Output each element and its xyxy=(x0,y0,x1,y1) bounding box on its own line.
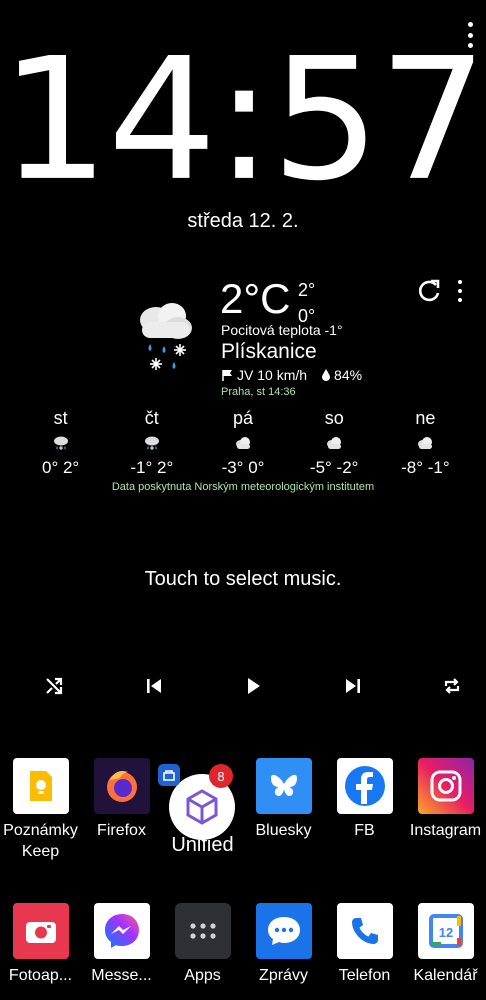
forecast-day-name: pá xyxy=(232,408,254,428)
wind-flag-icon xyxy=(222,370,232,381)
app-camera[interactable]: Fotoap... xyxy=(0,903,81,986)
app-label: Messe... xyxy=(91,967,152,984)
app-keep[interactable]: Poznámky Keep xyxy=(0,758,81,862)
cloud-icon xyxy=(236,437,250,449)
cloud-icon xyxy=(418,437,433,449)
humidity-value: 84% xyxy=(334,367,363,383)
forecast-range: -5° -2° xyxy=(309,458,359,477)
app-label: Poznámky Keep xyxy=(3,822,78,860)
forecast-day[interactable]: čt -1° 2° xyxy=(106,408,197,478)
app-drawer[interactable]: Apps xyxy=(162,903,243,986)
app-bluesky[interactable]: Bluesky xyxy=(243,758,324,862)
next-icon[interactable] xyxy=(339,672,367,700)
app-label: Kalendář xyxy=(413,967,478,984)
clock-date[interactable]: středa 12. 2. xyxy=(0,210,486,233)
app-label: Apps xyxy=(184,967,221,984)
messenger-icon xyxy=(93,903,150,959)
current-temperature[interactable]: 2°C xyxy=(220,276,291,322)
forecast-range: -8° -1° xyxy=(401,458,450,477)
weather-menu-icon[interactable] xyxy=(455,280,465,302)
instagram-icon xyxy=(417,758,474,814)
app-facebook[interactable]: FB xyxy=(324,758,405,862)
weather-condition: Plískanice xyxy=(221,340,317,363)
play-icon[interactable] xyxy=(239,672,267,700)
forecast-range: -1° 2° xyxy=(130,458,174,477)
cloud-icon xyxy=(327,437,342,449)
firefox-icon xyxy=(93,758,150,814)
app-label: Telefon xyxy=(338,967,391,984)
facebook-icon xyxy=(336,758,393,814)
forecast-range: -3° 0° xyxy=(221,458,265,477)
app-unified[interactable]: 8 Unified xyxy=(158,758,243,862)
app-label: Zprávy xyxy=(259,967,308,984)
sleet-icon xyxy=(53,436,68,450)
app-label: Fotoap... xyxy=(8,967,73,984)
wind-speed: JV 10 km/h xyxy=(237,367,308,383)
app-label: Firefox xyxy=(97,822,146,839)
app-messages[interactable]: Zprávy xyxy=(243,903,324,986)
feels-like: Pocitová teplota -1° xyxy=(221,322,343,338)
sleet-cloud-icon xyxy=(140,303,192,370)
repeat-icon[interactable] xyxy=(438,672,466,700)
weather-location: Praha, st 14:36 xyxy=(221,386,296,398)
app-label: Bluesky xyxy=(255,822,312,839)
droplet-icon xyxy=(322,369,331,381)
forecast-day-name: čt xyxy=(144,408,159,428)
keep-icon xyxy=(12,758,69,814)
weather-source: Data poskytnuta Norským meteorologickým … xyxy=(111,481,375,493)
app-calendar[interactable]: 12 Kalendář xyxy=(405,903,486,986)
previous-icon[interactable] xyxy=(140,672,168,700)
calendar-icon: 12 xyxy=(417,903,474,959)
forecast-day[interactable]: st 0° 2° xyxy=(15,408,106,478)
app-label: Unified xyxy=(171,834,234,856)
messages-icon xyxy=(255,903,312,959)
notification-badge: 8 xyxy=(209,764,233,788)
music-controls xyxy=(40,672,466,700)
app-row-1: Poznámky Keep Firefox 8 Unified Bluesky … xyxy=(0,758,486,862)
app-instagram[interactable]: Instagram xyxy=(405,758,486,862)
forecast-day[interactable]: ne -8° -1° xyxy=(380,408,471,478)
wind-row: JV 10 km/h 84% xyxy=(221,367,362,383)
forecast-day-name: ne xyxy=(415,408,436,428)
app-row-2: Fotoap... Messe... Apps Zprávy Telefon 1… xyxy=(0,903,486,986)
forecast: st 0° 2° čt -1° 2° pá -3° 0° so -5° -2° … xyxy=(15,408,471,478)
shuffle-icon[interactable] xyxy=(40,672,68,700)
app-label: FB xyxy=(354,822,375,839)
forecast-day[interactable]: so -5° -2° xyxy=(289,408,380,478)
sleet-icon xyxy=(144,436,159,450)
refresh-icon[interactable] xyxy=(416,278,442,304)
app-firefox[interactable]: Firefox xyxy=(81,758,162,862)
phone-icon xyxy=(336,903,393,959)
forecast-day-name: so xyxy=(324,408,344,428)
apps-grid-icon xyxy=(174,903,231,959)
app-label: Instagram xyxy=(409,822,482,839)
store-badge-icon xyxy=(158,764,180,786)
forecast-day[interactable]: pá -3° 0° xyxy=(197,408,288,478)
bluesky-icon xyxy=(255,758,312,814)
forecast-range: 0° 2° xyxy=(41,458,80,477)
camera-icon xyxy=(12,903,69,959)
temperature-high: 2° xyxy=(298,280,316,300)
calendar-day-number: 12 xyxy=(438,925,452,940)
forecast-day-name: st xyxy=(53,408,68,428)
app-messenger[interactable]: Messe... xyxy=(81,903,162,986)
clock-time[interactable]: 14:57 xyxy=(0,35,486,204)
app-phone[interactable]: Telefon xyxy=(324,903,405,986)
humidity-group: 84% xyxy=(321,367,362,383)
music-prompt[interactable]: Touch to select music. xyxy=(0,568,486,591)
